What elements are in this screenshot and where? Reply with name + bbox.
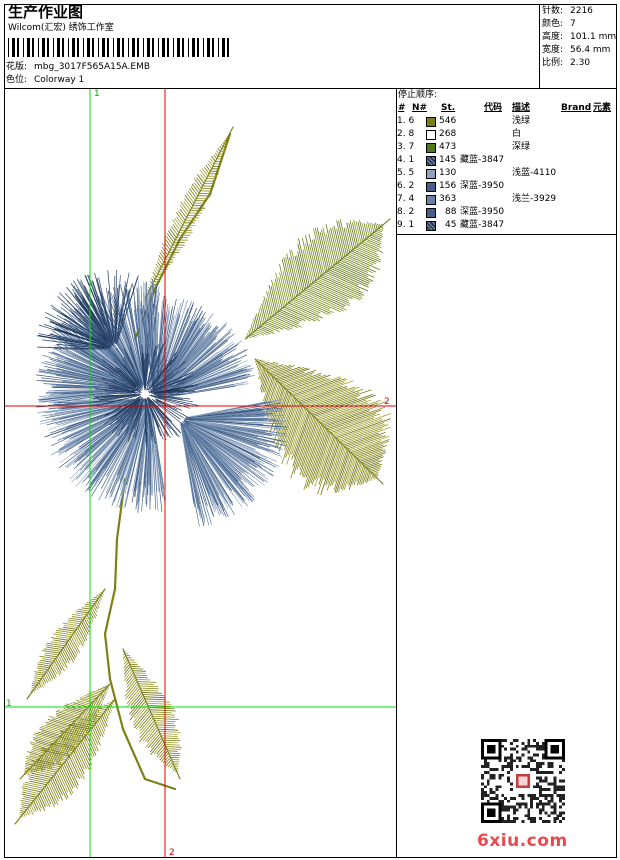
header-divider-vertical bbox=[539, 4, 540, 88]
thread-swatch bbox=[426, 143, 436, 153]
embroidery-preview: 1 1 2 2 bbox=[5, 89, 396, 857]
color-stop-row: 1. 6 546 浅绿 bbox=[397, 116, 617, 129]
thread-swatch bbox=[426, 208, 436, 218]
stop-description: 浅蓝-4110 bbox=[512, 168, 557, 178]
guide-label-v2: 2 bbox=[169, 848, 175, 857]
thread-swatch bbox=[426, 169, 436, 179]
stop-code: 藏蓝-3847 bbox=[460, 220, 505, 230]
stop-stitches: 156 bbox=[439, 181, 457, 191]
page-title: 生产作业图 bbox=[8, 3, 84, 21]
colorway-label: 色位: bbox=[6, 75, 28, 85]
color-stop-row: 9. 1 45 藏蓝-3847 bbox=[397, 220, 617, 233]
color-stop-row: 4. 1 145 藏蓝-3847 bbox=[397, 155, 617, 168]
color-stop-row: 7. 4 363 浅兰-3929 bbox=[397, 194, 617, 207]
spec-stitches-value: 2216 bbox=[570, 6, 593, 16]
barcode bbox=[8, 38, 229, 57]
pattern-label: 花版: bbox=[6, 62, 28, 72]
spec-width-value: 56.4 mm bbox=[570, 45, 611, 55]
stop-seq: 4. 1 bbox=[397, 155, 415, 165]
stop-stitches: 546 bbox=[439, 116, 457, 126]
legend-divider bbox=[396, 234, 617, 235]
col-number: N# bbox=[412, 103, 428, 113]
pattern-filename: mbg_3017F565A15A.EMB bbox=[34, 62, 151, 72]
color-stop-row: 3. 7 473 深绿 bbox=[397, 142, 617, 155]
spec-scale-label: 比例: bbox=[542, 58, 564, 68]
thread-swatch bbox=[426, 221, 436, 231]
stop-description: 白 bbox=[512, 129, 522, 139]
stop-seq: 9. 1 bbox=[397, 220, 415, 230]
col-code: 代码 bbox=[484, 103, 503, 113]
stop-description: 浅兰-3929 bbox=[512, 194, 557, 204]
color-stop-row: 2. 8 268 白 bbox=[397, 129, 617, 142]
stop-seq: 1. 6 bbox=[397, 116, 415, 126]
col-stitches: St. bbox=[441, 103, 456, 113]
stop-stitches: 363 bbox=[439, 194, 457, 204]
watermark: 6xiu.com bbox=[477, 831, 568, 851]
stop-seq: 6. 2 bbox=[397, 181, 415, 191]
spec-stitches-label: 针数: bbox=[542, 6, 564, 16]
qr-code bbox=[481, 739, 565, 823]
embroidery-design bbox=[14, 126, 392, 825]
colorway-value: Colorway 1 bbox=[34, 75, 85, 85]
color-stop-row: 6. 2 156 深蓝-3950 bbox=[397, 181, 617, 194]
studio-name: Wilcom(汇宏) 绣饰工作室 bbox=[8, 23, 114, 33]
stop-seq: 3. 7 bbox=[397, 142, 415, 152]
stop-seq: 7. 4 bbox=[397, 194, 415, 204]
guide-label-v1: 1 bbox=[94, 89, 100, 99]
stop-description: 深绿 bbox=[512, 142, 531, 152]
stop-stitches: 268 bbox=[439, 129, 457, 139]
stop-seq: 2. 8 bbox=[397, 129, 415, 139]
thread-swatch bbox=[426, 117, 436, 127]
stop-code: 藏蓝-3847 bbox=[460, 155, 505, 165]
stop-seq: 5. 5 bbox=[397, 168, 415, 178]
color-stop-row: 8. 2 88 深蓝-3950 bbox=[397, 207, 617, 220]
spec-colors-label: 颜色: bbox=[542, 19, 564, 29]
stop-seq: 8. 2 bbox=[397, 207, 415, 217]
spec-width-label: 宽度: bbox=[542, 45, 564, 55]
spec-height-label: 高度: bbox=[542, 32, 564, 42]
thread-swatch bbox=[426, 156, 436, 166]
col-brand: Brand bbox=[561, 103, 592, 113]
thread-swatch bbox=[426, 182, 436, 192]
stop-code: 深蓝-3950 bbox=[460, 181, 505, 191]
col-hash: # bbox=[398, 103, 405, 113]
thread-swatch bbox=[426, 130, 436, 140]
stop-stitches: 88 bbox=[445, 207, 457, 217]
stop-stitches: 130 bbox=[439, 168, 457, 178]
col-element: 元素 bbox=[593, 103, 612, 113]
stop-stitches: 145 bbox=[439, 155, 457, 165]
spec-height-value: 101.1 mm bbox=[570, 32, 617, 42]
guide-label-h2: 2 bbox=[384, 397, 390, 407]
thread-swatch bbox=[426, 195, 436, 205]
guide-label-h1: 1 bbox=[6, 699, 12, 709]
stop-stitches: 45 bbox=[445, 220, 457, 230]
stop-sequence-title: 停止顺序: bbox=[398, 90, 438, 100]
stop-stitches: 473 bbox=[439, 142, 457, 152]
col-description: 描述 bbox=[512, 103, 531, 113]
stop-description: 浅绿 bbox=[512, 116, 531, 126]
stop-code: 深蓝-3950 bbox=[460, 207, 505, 217]
color-stop-row: 5. 5 130 浅蓝-4110 bbox=[397, 168, 617, 181]
spec-scale-value: 2.30 bbox=[570, 58, 591, 68]
spec-colors-value: 7 bbox=[570, 19, 576, 29]
